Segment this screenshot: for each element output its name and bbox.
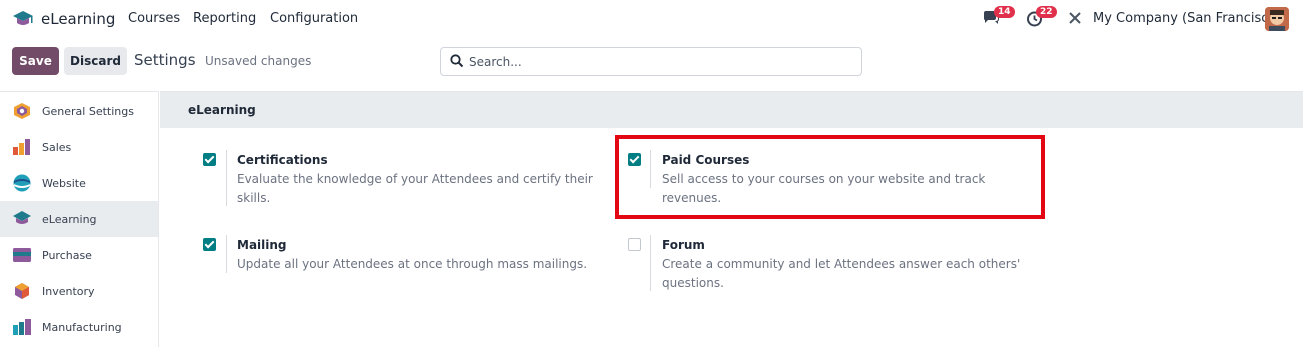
forum-description: Create a community and let Attendees ans… — [662, 257, 1021, 290]
sidebar-item-purchase[interactable]: Purchase — [0, 237, 158, 273]
settings-sidebar: General Settings Sales Website eLearning… — [0, 91, 159, 347]
sidebar-item-sales[interactable]: Sales — [0, 129, 158, 165]
elearning-icon — [13, 211, 31, 224]
manufacturing-icon — [13, 319, 31, 335]
inventory-icon — [15, 283, 29, 299]
sidebar-item-label: Purchase — [42, 248, 92, 262]
mailing-description: Update all your Attendees at once throug… — [237, 257, 588, 271]
section-title: eLearning — [188, 103, 256, 117]
search-box[interactable] — [440, 47, 862, 76]
user-avatar[interactable] — [1265, 7, 1289, 31]
menu-reporting[interactable]: Reporting — [193, 11, 256, 26]
sidebar-item-inventory[interactable]: Inventory — [0, 273, 158, 309]
search-icon — [450, 54, 464, 68]
unsaved-status: Unsaved changes — [205, 54, 312, 68]
purchase-icon — [13, 248, 31, 262]
mailing-title: Mailing — [237, 238, 287, 252]
highlight-box — [615, 135, 1045, 219]
settings-content — [160, 91, 1303, 347]
menu-configuration[interactable]: Configuration — [270, 11, 358, 26]
sidebar-item-label: Sales — [42, 140, 72, 154]
search-input[interactable] — [469, 53, 849, 71]
tools-icon[interactable] — [1068, 11, 1082, 25]
general-settings-icon — [14, 103, 30, 119]
messages-badge: 14 — [994, 6, 1015, 18]
activities-badge: 22 — [1036, 6, 1057, 18]
company-switcher[interactable]: My Company (San Francisco) — [1093, 11, 1281, 26]
sidebar-item-label: Inventory — [42, 284, 95, 298]
divider — [650, 235, 651, 291]
forum-checkbox[interactable] — [628, 238, 641, 251]
menu-courses[interactable]: Courses — [128, 11, 180, 26]
sidebar-item-manufacturing[interactable]: Manufacturing — [0, 309, 158, 345]
certifications-title: Certifications — [237, 153, 328, 167]
discard-button[interactable]: Discard — [64, 47, 127, 75]
sidebar-item-elearning[interactable]: eLearning — [0, 201, 158, 237]
mailing-checkbox[interactable] — [203, 238, 216, 251]
sidebar-item-general-settings[interactable]: General Settings — [0, 93, 158, 129]
website-icon — [13, 174, 31, 192]
sales-icon — [13, 139, 30, 155]
avatar-face-icon — [1265, 7, 1289, 31]
app-name[interactable]: eLearning — [41, 10, 115, 28]
section-header — [160, 92, 1303, 128]
certifications-checkbox[interactable] — [203, 153, 216, 166]
divider — [226, 150, 227, 206]
graduation-cap-icon[interactable] — [12, 9, 34, 29]
certifications-description: Evaluate the knowledge of your Attendees… — [237, 172, 593, 205]
sidebar-item-label: eLearning — [42, 212, 97, 226]
top-navbar: eLearning Courses Reporting Configuratio… — [0, 0, 1303, 38]
forum-title: Forum — [662, 238, 705, 252]
sidebar-item-label: Manufacturing — [42, 320, 122, 334]
sidebar-item-label: Website — [42, 176, 86, 190]
divider — [226, 235, 227, 273]
sidebar-item-label: General Settings — [42, 104, 134, 118]
save-button[interactable]: Save — [12, 47, 59, 75]
page-title: Settings — [134, 51, 196, 69]
sidebar-item-website[interactable]: Website — [0, 165, 158, 201]
